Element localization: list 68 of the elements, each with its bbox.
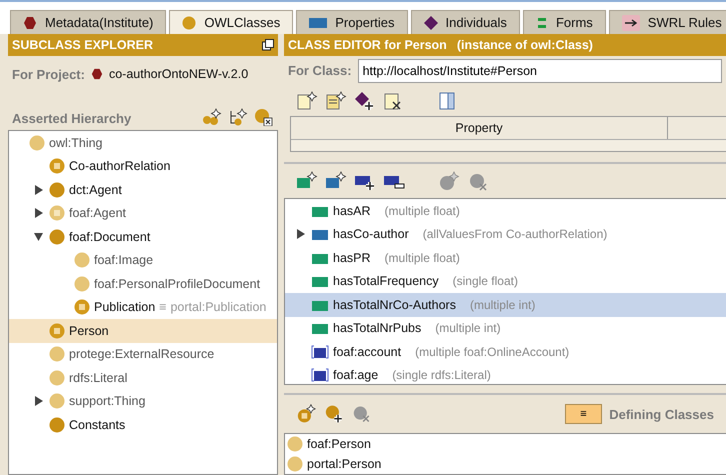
project-label: For Project: (12, 66, 85, 82)
note-star-icon[interactable] (325, 90, 347, 111)
property-item[interactable]: foaf:account (multiple foaf:OnlineAccount) (285, 340, 726, 364)
tree-item[interactable]: Constants (9, 413, 277, 436)
class-uri-field[interactable]: http://localhost/Institute#Person (358, 58, 722, 83)
tree-item[interactable]: foaf:Document (9, 225, 277, 248)
hierarchy-label: Asserted Hierarchy (12, 111, 132, 126)
property-item[interactable]: hasTotalFrequency (single float) (285, 270, 726, 293)
note-star-icon[interactable] (296, 90, 318, 111)
tab[interactable]: Forms (522, 10, 606, 34)
tree-item[interactable]: support:Thing (9, 390, 277, 413)
restore-icon[interactable] (262, 39, 274, 51)
project-name: co-authorOntoNEW-v.2.0 (108, 67, 248, 81)
expand-icon[interactable] (34, 184, 42, 195)
box-star-icon[interactable] (296, 171, 318, 191)
property-item[interactable]: foaf:age (single rdfs:Literal) (285, 364, 726, 387)
panel-title: CLASS EDITOR for Person (288, 38, 447, 52)
property-item[interactable]: hasAR (multiple float) (285, 199, 726, 222)
circle-icon (182, 16, 196, 30)
circle-delete-icon[interactable] (467, 171, 489, 191)
expand-icon[interactable] (296, 229, 304, 240)
delete-class-icon[interactable] (254, 108, 274, 126)
property-item[interactable]: hasTotalNrCo-Authors (multiple int) (285, 293, 726, 316)
tab[interactable]: Metadata(Institute) (10, 10, 166, 34)
class-label: For Class: (288, 63, 352, 78)
diamond-plus-icon[interactable] (354, 90, 376, 111)
hexagon-icon (90, 68, 103, 80)
tree-item[interactable]: protege:ExternalResource (9, 342, 277, 366)
hexagon-icon (23, 16, 37, 30)
tree-item[interactable]: Publication ≡ portal:Publication (9, 296, 277, 319)
panel-subtitle: (instance of owl:Class) (456, 38, 593, 52)
superclass-item[interactable]: foaf:Person (285, 434, 726, 454)
tree-item[interactable]: Co-authorRelation (9, 154, 277, 178)
rectangle-icon (309, 16, 328, 28)
add-sibling-icon[interactable] (228, 108, 248, 126)
property-item[interactable]: hasPR (multiple float) (285, 246, 726, 270)
expand-icon[interactable] (34, 208, 42, 218)
expand-icon[interactable] (34, 396, 42, 406)
property-item[interactable]: hasCo-author (allValuesFrom Co-authorRelation) (285, 222, 726, 246)
tree-item[interactable]: owl:Thing (9, 131, 277, 154)
tab[interactable]: OWLClasses (169, 10, 294, 34)
panel-icon[interactable] (438, 90, 456, 111)
defining-classes-button[interactable]: ≡ (564, 404, 602, 424)
tree-item[interactable]: Person (9, 319, 277, 342)
equivalent-mark: ≡ (159, 300, 166, 314)
collapse-icon[interactable] (34, 232, 42, 242)
tree-item[interactable]: rdfs:Literal (9, 366, 277, 390)
tree-item[interactable]: foaf:Image (9, 248, 277, 272)
property-item[interactable]: hasTotalNrPubs (multiple int) (285, 316, 726, 340)
tree-item[interactable]: foaf:Agent (9, 202, 277, 225)
defining-classes-label: Defining Classes (609, 406, 714, 422)
tab[interactable]: Individuals (410, 10, 520, 34)
diamond-icon (424, 16, 438, 30)
tree-item[interactable]: foaf:PersonalProfileDocument (9, 272, 277, 296)
bars-icon (536, 16, 548, 28)
circle-star-icon[interactable] (438, 171, 460, 191)
tab[interactable]: Properties (296, 10, 408, 34)
class-icon (287, 436, 303, 452)
box-star-icon[interactable] (325, 171, 347, 191)
circle-plus-icon[interactable] (324, 403, 344, 425)
class-icon (287, 456, 303, 472)
superclass-item[interactable]: portal:Person (285, 454, 726, 474)
circle-star-icon[interactable] (296, 403, 317, 425)
tab[interactable]: SWRL Rules (608, 10, 726, 34)
tree-item[interactable]: dct:Agent (9, 178, 277, 202)
equivalent-class: portal:Publication (170, 300, 266, 314)
panel-title: SUBCLASS EXPLORER (12, 38, 153, 52)
add-subclass-icon[interactable] (202, 108, 222, 126)
